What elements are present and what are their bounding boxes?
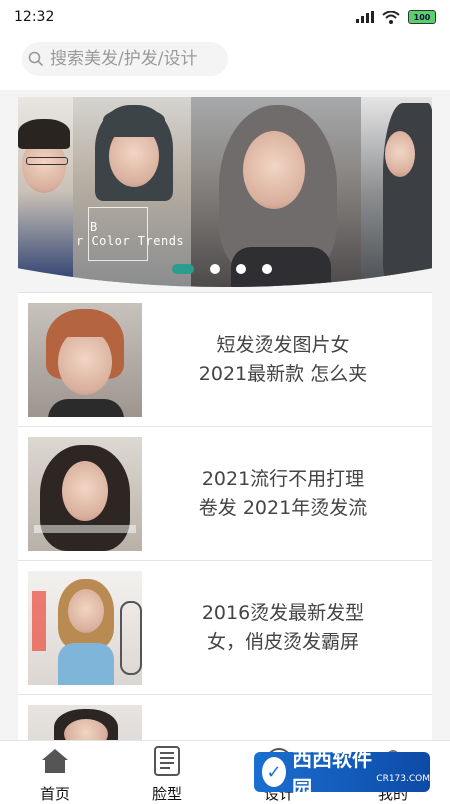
wifi-icon (382, 10, 400, 24)
nav-home-label: 首页 (39, 785, 70, 803)
home-icon (42, 749, 68, 773)
article-list: 短发烫发图片女 2021最新款 怎么夹 2021流行不用打理 卷发 2021年烫… (18, 292, 432, 740)
banner-photo-woman-2 (191, 97, 361, 287)
article-thumbnail (28, 303, 142, 417)
status-time: 12:32 (14, 9, 55, 25)
banner-photo-woman-3 (361, 97, 432, 287)
carousel-dot[interactable] (172, 264, 194, 274)
carousel-dots (172, 264, 272, 274)
article-thumbnail (28, 437, 142, 551)
article-card[interactable] (18, 694, 432, 740)
banner-overlay-text: B r Color Trends (76, 220, 185, 248)
article-thumbnail (28, 705, 142, 740)
article-title-line: 2021最新款 怎么夹 (198, 363, 368, 385)
article-title-line: 女，俏皮烫发霸屏 (206, 631, 359, 653)
nav-home[interactable]: 首页 (20, 745, 90, 804)
watermark-name: 西西软件园 (292, 747, 373, 800)
article-card[interactable]: 短发烫发图片女 2021最新款 怎么夹 (18, 292, 432, 426)
carousel-dot[interactable] (236, 264, 246, 274)
article-title: 2021流行不用打理 卷发 2021年烫发流 (152, 465, 414, 523)
article-card[interactable]: 2016烫发最新发型 女，俏皮烫发霸屏 (18, 560, 432, 694)
banner-carousel[interactable]: B r Color Trends (18, 97, 432, 287)
carousel-dot[interactable] (210, 264, 220, 274)
battery-icon: 100 (408, 10, 436, 24)
search-bar[interactable] (22, 42, 228, 76)
face-shape-icon (154, 746, 180, 776)
watermark-logo-icon: ✓ (262, 757, 287, 787)
search-icon (28, 51, 44, 67)
status-icons: 100 (356, 10, 436, 24)
nav-face-label: 脸型 (151, 785, 182, 803)
carousel-dot[interactable] (262, 264, 272, 274)
banner-overlay-title: r Color Trends (76, 234, 185, 248)
status-bar: 12:32 100 (0, 0, 450, 34)
banner-overlay-b: B (90, 220, 98, 234)
article-title-line: 2021流行不用打理 (201, 468, 365, 490)
signal-icon (356, 11, 374, 23)
site-watermark: ✓ 西西软件园 CR173.COM (254, 747, 430, 800)
article-title-line: 卷发 2021年烫发流 (198, 497, 368, 519)
article-title-line: 2016烫发最新发型 (201, 602, 365, 624)
watermark-url: CR173.COM (376, 774, 430, 784)
article-card[interactable]: 2021流行不用打理 卷发 2021年烫发流 (18, 426, 432, 560)
search-input[interactable] (48, 48, 222, 70)
article-thumbnail (28, 571, 142, 685)
nav-face[interactable]: 脸型 (132, 745, 202, 804)
article-title: 短发烫发图片女 2021最新款 怎么夹 (152, 331, 414, 389)
article-title-line: 短发烫发图片女 (216, 334, 350, 356)
article-title: 2016烫发最新发型 女，俏皮烫发霸屏 (152, 599, 414, 657)
banner-photo-man (18, 97, 73, 287)
